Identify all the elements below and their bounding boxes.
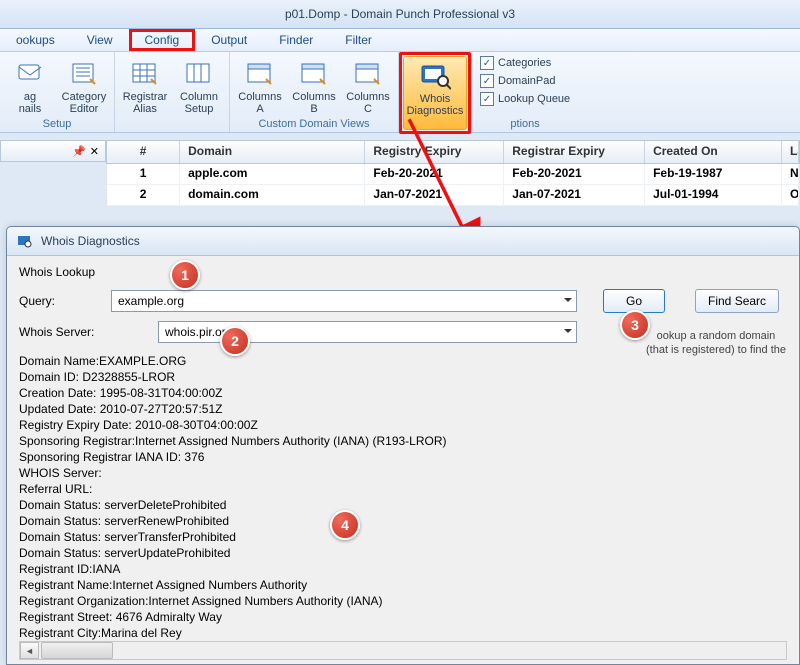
- columns-a-button[interactable]: ColumnsA: [234, 54, 286, 117]
- category-editor-icon: [68, 59, 100, 89]
- app-title: p01.Domp - Domain Punch Professional v3: [285, 7, 515, 21]
- th-last-updated[interactable]: Last Updat: [782, 141, 799, 163]
- columns-b-icon: [298, 59, 330, 89]
- th-registrar-expiry[interactable]: Registrar Expiry: [504, 141, 645, 163]
- menu-finder[interactable]: Finder: [263, 29, 329, 51]
- table-header-row: # Domain Registry Expiry Registrar Expir…: [106, 140, 800, 164]
- callout-2: 2: [220, 326, 250, 356]
- menu-bar: ookups View Config Output Finder Filter: [0, 29, 800, 52]
- menu-view[interactable]: View: [71, 29, 129, 51]
- whois-highlight: WhoisDiagnostics: [399, 52, 471, 134]
- menu-lookups[interactable]: ookups: [0, 29, 71, 51]
- panel-pin-row: 📌 ✕: [0, 140, 106, 162]
- th-created-on[interactable]: Created On: [645, 141, 782, 163]
- ribbon: agnails CategoryEditor Setup RegistrarAl…: [0, 52, 800, 133]
- menu-config[interactable]: Config: [129, 29, 196, 51]
- whois-lookup-group-label: Whois Lookup: [19, 265, 787, 279]
- scroll-thumb[interactable]: [41, 642, 113, 659]
- checkbox-checked-icon: ✓: [480, 74, 494, 88]
- close-icon[interactable]: ✕: [90, 145, 99, 158]
- toggle-lookup-queue[interactable]: ✓Lookup Queue: [476, 90, 574, 108]
- ribbon-group-options: ✓Categories ✓DomainPad ✓Lookup Queue pti…: [472, 52, 578, 132]
- column-setup-button[interactable]: ColumnSetup: [173, 54, 225, 117]
- query-dropdown[interactable]: example.org: [111, 290, 577, 312]
- query-label: Query:: [19, 294, 111, 308]
- whois-magnifier-icon: [419, 61, 451, 91]
- toggle-categories[interactable]: ✓Categories: [476, 54, 574, 72]
- toggle-domainpad[interactable]: ✓DomainPad: [476, 72, 574, 90]
- ribbon-group-options-label: ptions: [476, 117, 574, 132]
- columns-a-icon: [244, 59, 276, 89]
- registrar-alias-button[interactable]: RegistrarAlias: [119, 54, 171, 117]
- th-registry-expiry[interactable]: Registry Expiry: [365, 141, 504, 163]
- ribbon-group-whois: WhoisDiagnostics: [399, 52, 472, 132]
- th-domain[interactable]: Domain: [180, 141, 365, 163]
- checkbox-checked-icon: ✓: [480, 56, 494, 70]
- grid-pencil-icon: [129, 59, 161, 89]
- tag-icon: [14, 59, 46, 89]
- ribbon-group-setup-label: Setup: [4, 117, 110, 132]
- ribbon-group-registrar: RegistrarAlias ColumnSetup: [115, 52, 230, 132]
- th-num[interactable]: #: [107, 141, 180, 163]
- checkbox-checked-icon: ✓: [480, 92, 494, 106]
- hint-text: ookup a random domain (that is registere…: [645, 329, 787, 357]
- category-editor-button[interactable]: CategoryEditor: [58, 54, 110, 117]
- callout-1: 1: [170, 260, 200, 290]
- columns-c-icon: [352, 59, 384, 89]
- callout-3: 3: [620, 310, 650, 340]
- whois-diagnostics-button[interactable]: WhoisDiagnostics: [403, 56, 467, 130]
- title-bar: p01.Domp - Domain Punch Professional v3: [0, 0, 800, 29]
- find-search-button[interactable]: Find Searc: [695, 289, 779, 313]
- whois-window-titlebar[interactable]: Whois Diagnostics: [7, 227, 799, 256]
- columns-icon: [183, 59, 215, 89]
- columns-c-button[interactable]: ColumnsC: [342, 54, 394, 117]
- scroll-left-icon[interactable]: ◄: [20, 642, 39, 659]
- ribbon-group-views: ColumnsA ColumnsB ColumnsC Custom Domain…: [230, 52, 399, 132]
- menu-filter[interactable]: Filter: [329, 29, 388, 51]
- table-row[interactable]: 2 domain.com Jan-07-2021 Jan-07-2021 Jul…: [106, 185, 800, 206]
- whois-output: Domain Name:EXAMPLE.ORG Domain ID: D2328…: [19, 353, 787, 657]
- horizontal-scrollbar[interactable]: ◄: [19, 641, 787, 660]
- whois-diagnostics-window: Whois Diagnostics Whois Lookup Query: ex…: [6, 226, 800, 665]
- whois-server-label: Whois Server:: [19, 325, 111, 339]
- whois-window-title: Whois Diagnostics: [41, 234, 140, 248]
- columns-b-button[interactable]: ColumnsB: [288, 54, 340, 117]
- tag-emails-button[interactable]: agnails: [4, 54, 56, 117]
- ribbon-group-setup: agnails CategoryEditor Setup: [0, 52, 115, 132]
- table-row[interactable]: 1 apple.com Feb-20-2021 Feb-20-2021 Feb-…: [106, 164, 800, 185]
- domain-table: # Domain Registry Expiry Registrar Expir…: [106, 140, 800, 206]
- pin-icon[interactable]: 📌: [72, 145, 86, 158]
- menu-output[interactable]: Output: [195, 29, 263, 51]
- ribbon-group-views-label: Custom Domain Views: [234, 117, 394, 132]
- callout-4: 4: [330, 510, 360, 540]
- whois-window-icon: [17, 233, 33, 249]
